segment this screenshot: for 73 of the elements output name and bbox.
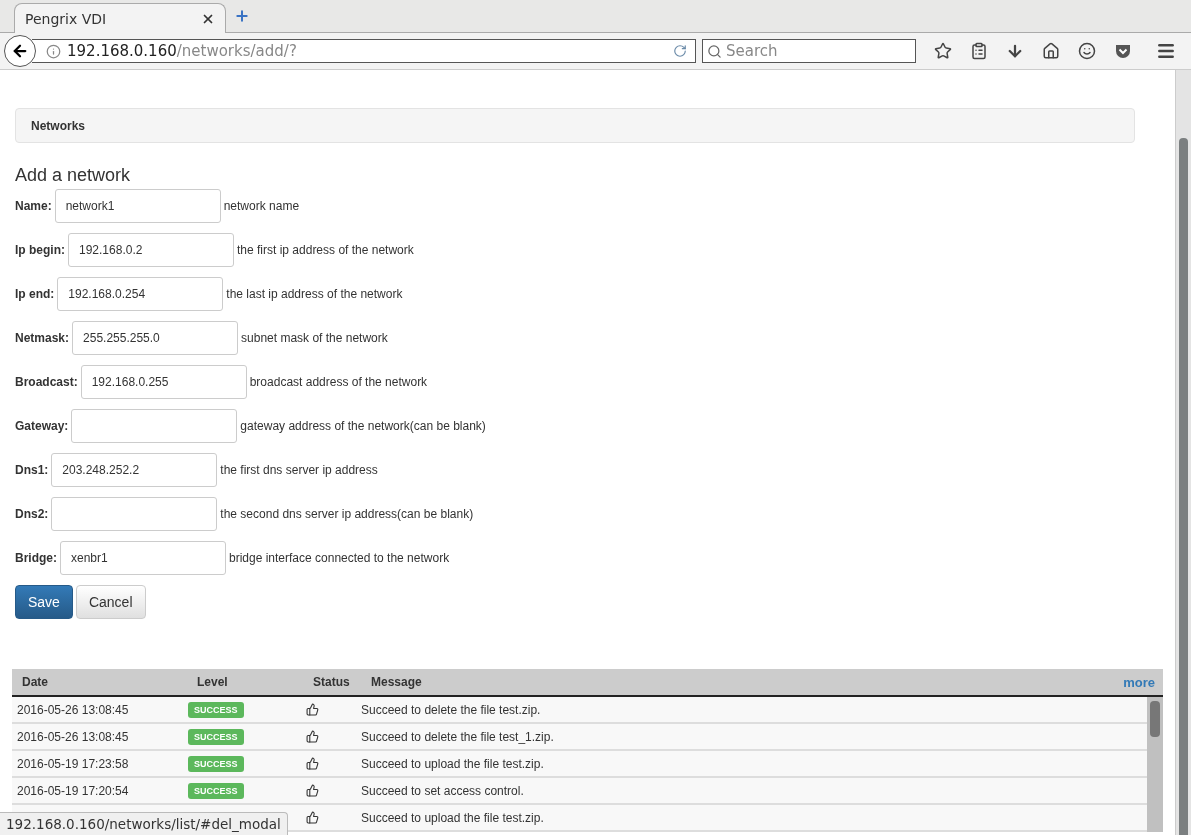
field-label: Dns2: — [15, 507, 49, 521]
message-cell-text: Succeed to upload the file test.zip. — [361, 810, 545, 825]
thumbs-up-icon — [306, 784, 319, 797]
field-hint: the first dns server ip address — [220, 463, 378, 477]
input-field[interactable]: 192.168.0.2 — [68, 233, 234, 267]
download-icon[interactable] — [1006, 42, 1024, 60]
date-cell-text: 2016-05-26 13:08:45 — [17, 729, 130, 744]
form-title: Add a network — [15, 165, 132, 186]
input-field[interactable]: 192.168.0.254 — [57, 277, 224, 311]
input-field[interactable]: network1 — [54, 189, 221, 223]
field-hint: the second dns server ip address(can be blank) — [220, 507, 474, 521]
thumbs-up-icon — [306, 757, 319, 770]
input-field[interactable] — [71, 409, 238, 443]
reload-icon[interactable] — [673, 44, 687, 58]
field-label: Netmask: — [15, 331, 70, 345]
date-cell-text: 2016-05-26 13:08:45 — [17, 702, 130, 717]
breadcrumb-bar: Networks — [15, 108, 1135, 143]
smiley-icon[interactable] — [1078, 42, 1096, 60]
input-field[interactable]: xenbr1 — [60, 541, 226, 575]
search-icon — [707, 43, 722, 59]
level-badge: SUCCESS — [188, 728, 244, 745]
page-scrollbar[interactable] — [1175, 70, 1191, 835]
field-hint: subnet mask of the network — [241, 331, 388, 345]
address-bar[interactable]: 192.168.0.160/networks/add/? — [32, 39, 696, 63]
thumbs-up-icon — [306, 703, 319, 716]
field-label: Bridge: — [15, 551, 57, 565]
thumbs-up-icon — [306, 811, 319, 824]
message-cell-text: Succeed to delete the file test.zip. — [361, 702, 542, 717]
column-header: Date — [22, 675, 49, 689]
link-url-tooltip: 192.168.0.160/networks/list/#del_modal — [0, 812, 288, 835]
field-hint: broadcast address of the network — [249, 375, 428, 389]
field-label: Ip end: — [15, 287, 55, 301]
input-field[interactable] — [51, 497, 218, 531]
pocket-icon[interactable] — [1114, 42, 1132, 60]
input-field[interactable]: 203.248.252.2 — [51, 453, 218, 487]
column-header: Level — [197, 675, 229, 689]
menu-icon[interactable] — [1156, 41, 1176, 61]
message-cell-text: Succeed to delete the file test_1.zip. — [361, 729, 555, 744]
level-badge: SUCCESS — [188, 782, 244, 799]
field-label: Gateway: — [15, 419, 69, 433]
input-field[interactable]: 255.255.255.0 — [72, 321, 239, 355]
message-cell-text: Succeed to set access control. — [361, 783, 525, 798]
level-badge: SUCCESS — [188, 701, 244, 718]
scrollbar-thumb[interactable] — [1150, 701, 1160, 737]
save-button[interactable]: Save — [15, 585, 73, 619]
field-label: Broadcast: — [15, 375, 78, 389]
scrollbar-thumb[interactable] — [1179, 138, 1188, 835]
clipboard-icon[interactable] — [970, 42, 988, 60]
column-header: Status — [313, 675, 351, 689]
date-cell-text: 2016-05-19 17:20:54 — [17, 783, 130, 798]
info-icon[interactable] — [46, 43, 61, 59]
field-label: Dns1: — [15, 463, 49, 477]
field-label: Name: — [15, 199, 52, 213]
field-hint: the last ip address of the network — [226, 287, 403, 301]
input-field[interactable]: 192.168.0.255 — [80, 365, 247, 399]
field-hint: network name — [223, 199, 300, 213]
cancel-button[interactable]: Cancel — [75, 585, 146, 619]
home-icon[interactable] — [1042, 42, 1060, 60]
level-badge: SUCCESS — [188, 755, 244, 772]
browser-tab[interactable]: Pengrix VDI — [14, 3, 226, 33]
scrollbar-track[interactable] — [1147, 697, 1163, 832]
thumbs-up-icon — [306, 730, 319, 743]
field-hint: the first ip address of the network — [237, 243, 414, 257]
message-cell-text: Succeed to upload the file test.zip. — [361, 756, 545, 771]
column-header: Message — [371, 675, 423, 689]
star-icon[interactable] — [934, 42, 952, 60]
date-cell-text: 2016-05-19 17:23:58 — [17, 756, 130, 771]
back-button[interactable] — [4, 35, 36, 67]
field-hint: gateway address of the network(can be blank) — [240, 419, 486, 433]
field-label: Ip begin: — [15, 243, 65, 257]
search-field[interactable]: Search — [702, 39, 916, 63]
new-tab-icon[interactable] — [234, 8, 250, 24]
field-hint: bridge interface connected to the network — [229, 551, 450, 565]
